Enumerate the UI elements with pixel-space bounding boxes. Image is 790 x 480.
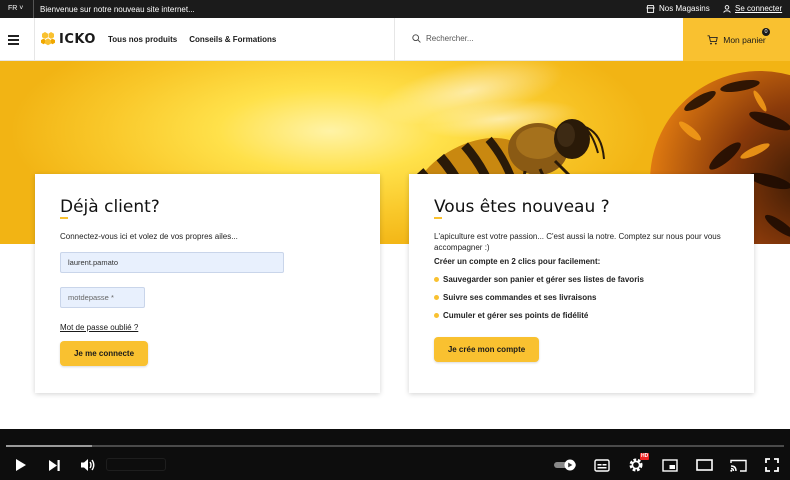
time-display	[106, 458, 166, 471]
store-icon	[646, 4, 655, 13]
search-bar	[412, 34, 576, 43]
benefits-list: Sauvegarder son panier et gérer ses list…	[434, 275, 644, 329]
logo[interactable]: ICKO	[40, 31, 96, 47]
honeycomb-logo-icon	[41, 32, 55, 46]
title-underline	[60, 217, 68, 219]
language-selector[interactable]: FR ˅	[8, 5, 23, 12]
divider	[34, 18, 35, 61]
language-label: FR	[8, 5, 18, 12]
forgot-password-link[interactable]: Mot de passe oublié ?	[60, 323, 138, 332]
play-icon[interactable]	[13, 456, 29, 474]
stores-label: Nos Magasins	[659, 4, 710, 13]
site-header: ICKO Tous nos produits Conseils & Format…	[0, 18, 790, 61]
volume-icon[interactable]	[79, 456, 97, 474]
register-intro: L'apiculture est votre passion... C'est …	[434, 232, 721, 252]
top-announcement-bar: FR ˅ Bienvenue sur notre nouveau site in…	[0, 0, 790, 18]
menu-icon[interactable]	[8, 35, 19, 45]
fullscreen-icon[interactable]	[763, 456, 781, 474]
stores-link[interactable]: Nos Magasins	[646, 4, 710, 13]
login-link[interactable]: Se connecter	[723, 4, 782, 13]
login-button[interactable]: Je me connecte	[60, 341, 148, 366]
list-item: Cumuler et gérer ses points de fidélité	[434, 311, 644, 329]
progress-fill	[6, 445, 92, 447]
create-account-subtitle: Créer un compte en 2 clics pour facileme…	[434, 257, 601, 266]
title-underline	[434, 217, 442, 219]
chevron-down-icon: ˅	[19, 5, 24, 12]
divider	[33, 0, 34, 18]
list-item: Suivre ses commandes et ses livraisons	[434, 293, 644, 311]
theater-icon[interactable]	[695, 456, 713, 474]
cart-icon	[707, 34, 718, 44]
login-card: Déjà client? Connectez-vous ici et volez…	[35, 174, 380, 393]
list-item: Sauvegarder son panier et gérer ses list…	[434, 275, 644, 293]
nav-item-advice-training[interactable]: Conseils & Formations	[189, 35, 276, 44]
divider	[394, 18, 395, 61]
register-card: Vous êtes nouveau ? L'apiculture est vot…	[409, 174, 754, 393]
password-field[interactable]: motdepasse *	[60, 287, 145, 308]
subtitles-icon[interactable]	[593, 456, 611, 474]
login-title: Déjà client?	[60, 197, 160, 217]
autoplay-toggle-icon[interactable]	[553, 456, 579, 474]
username-field[interactable]: laurent.pamato	[60, 252, 284, 273]
miniplayer-icon[interactable]	[661, 456, 679, 474]
nav-item-products[interactable]: Tous nos produits	[108, 35, 177, 44]
progress-bar[interactable]	[6, 445, 784, 447]
register-title: Vous êtes nouveau ?	[434, 197, 610, 217]
cart-count-badge: 0	[762, 28, 770, 36]
cart-label: Mon panier	[723, 34, 766, 45]
create-account-button[interactable]: Je crée mon compte	[434, 337, 539, 362]
search-input[interactable]	[426, 34, 576, 43]
cast-icon[interactable]	[729, 456, 747, 474]
video-player-controls: HD	[0, 429, 790, 480]
next-icon[interactable]	[46, 456, 62, 474]
logo-text: ICKO	[59, 31, 96, 47]
cart-button[interactable]: Mon panier 0	[683, 18, 790, 61]
hd-badge: HD	[640, 453, 650, 460]
login-label: Se connecter	[735, 4, 783, 13]
login-intro: Connectez-vous ici et volez de vos propr…	[60, 232, 238, 241]
main-navigation: Tous nos produits Conseils & Formations	[108, 35, 276, 44]
announcement-text: Bienvenue sur notre nouveau site interne…	[40, 5, 195, 14]
search-icon[interactable]	[412, 34, 421, 43]
user-icon	[723, 4, 731, 13]
